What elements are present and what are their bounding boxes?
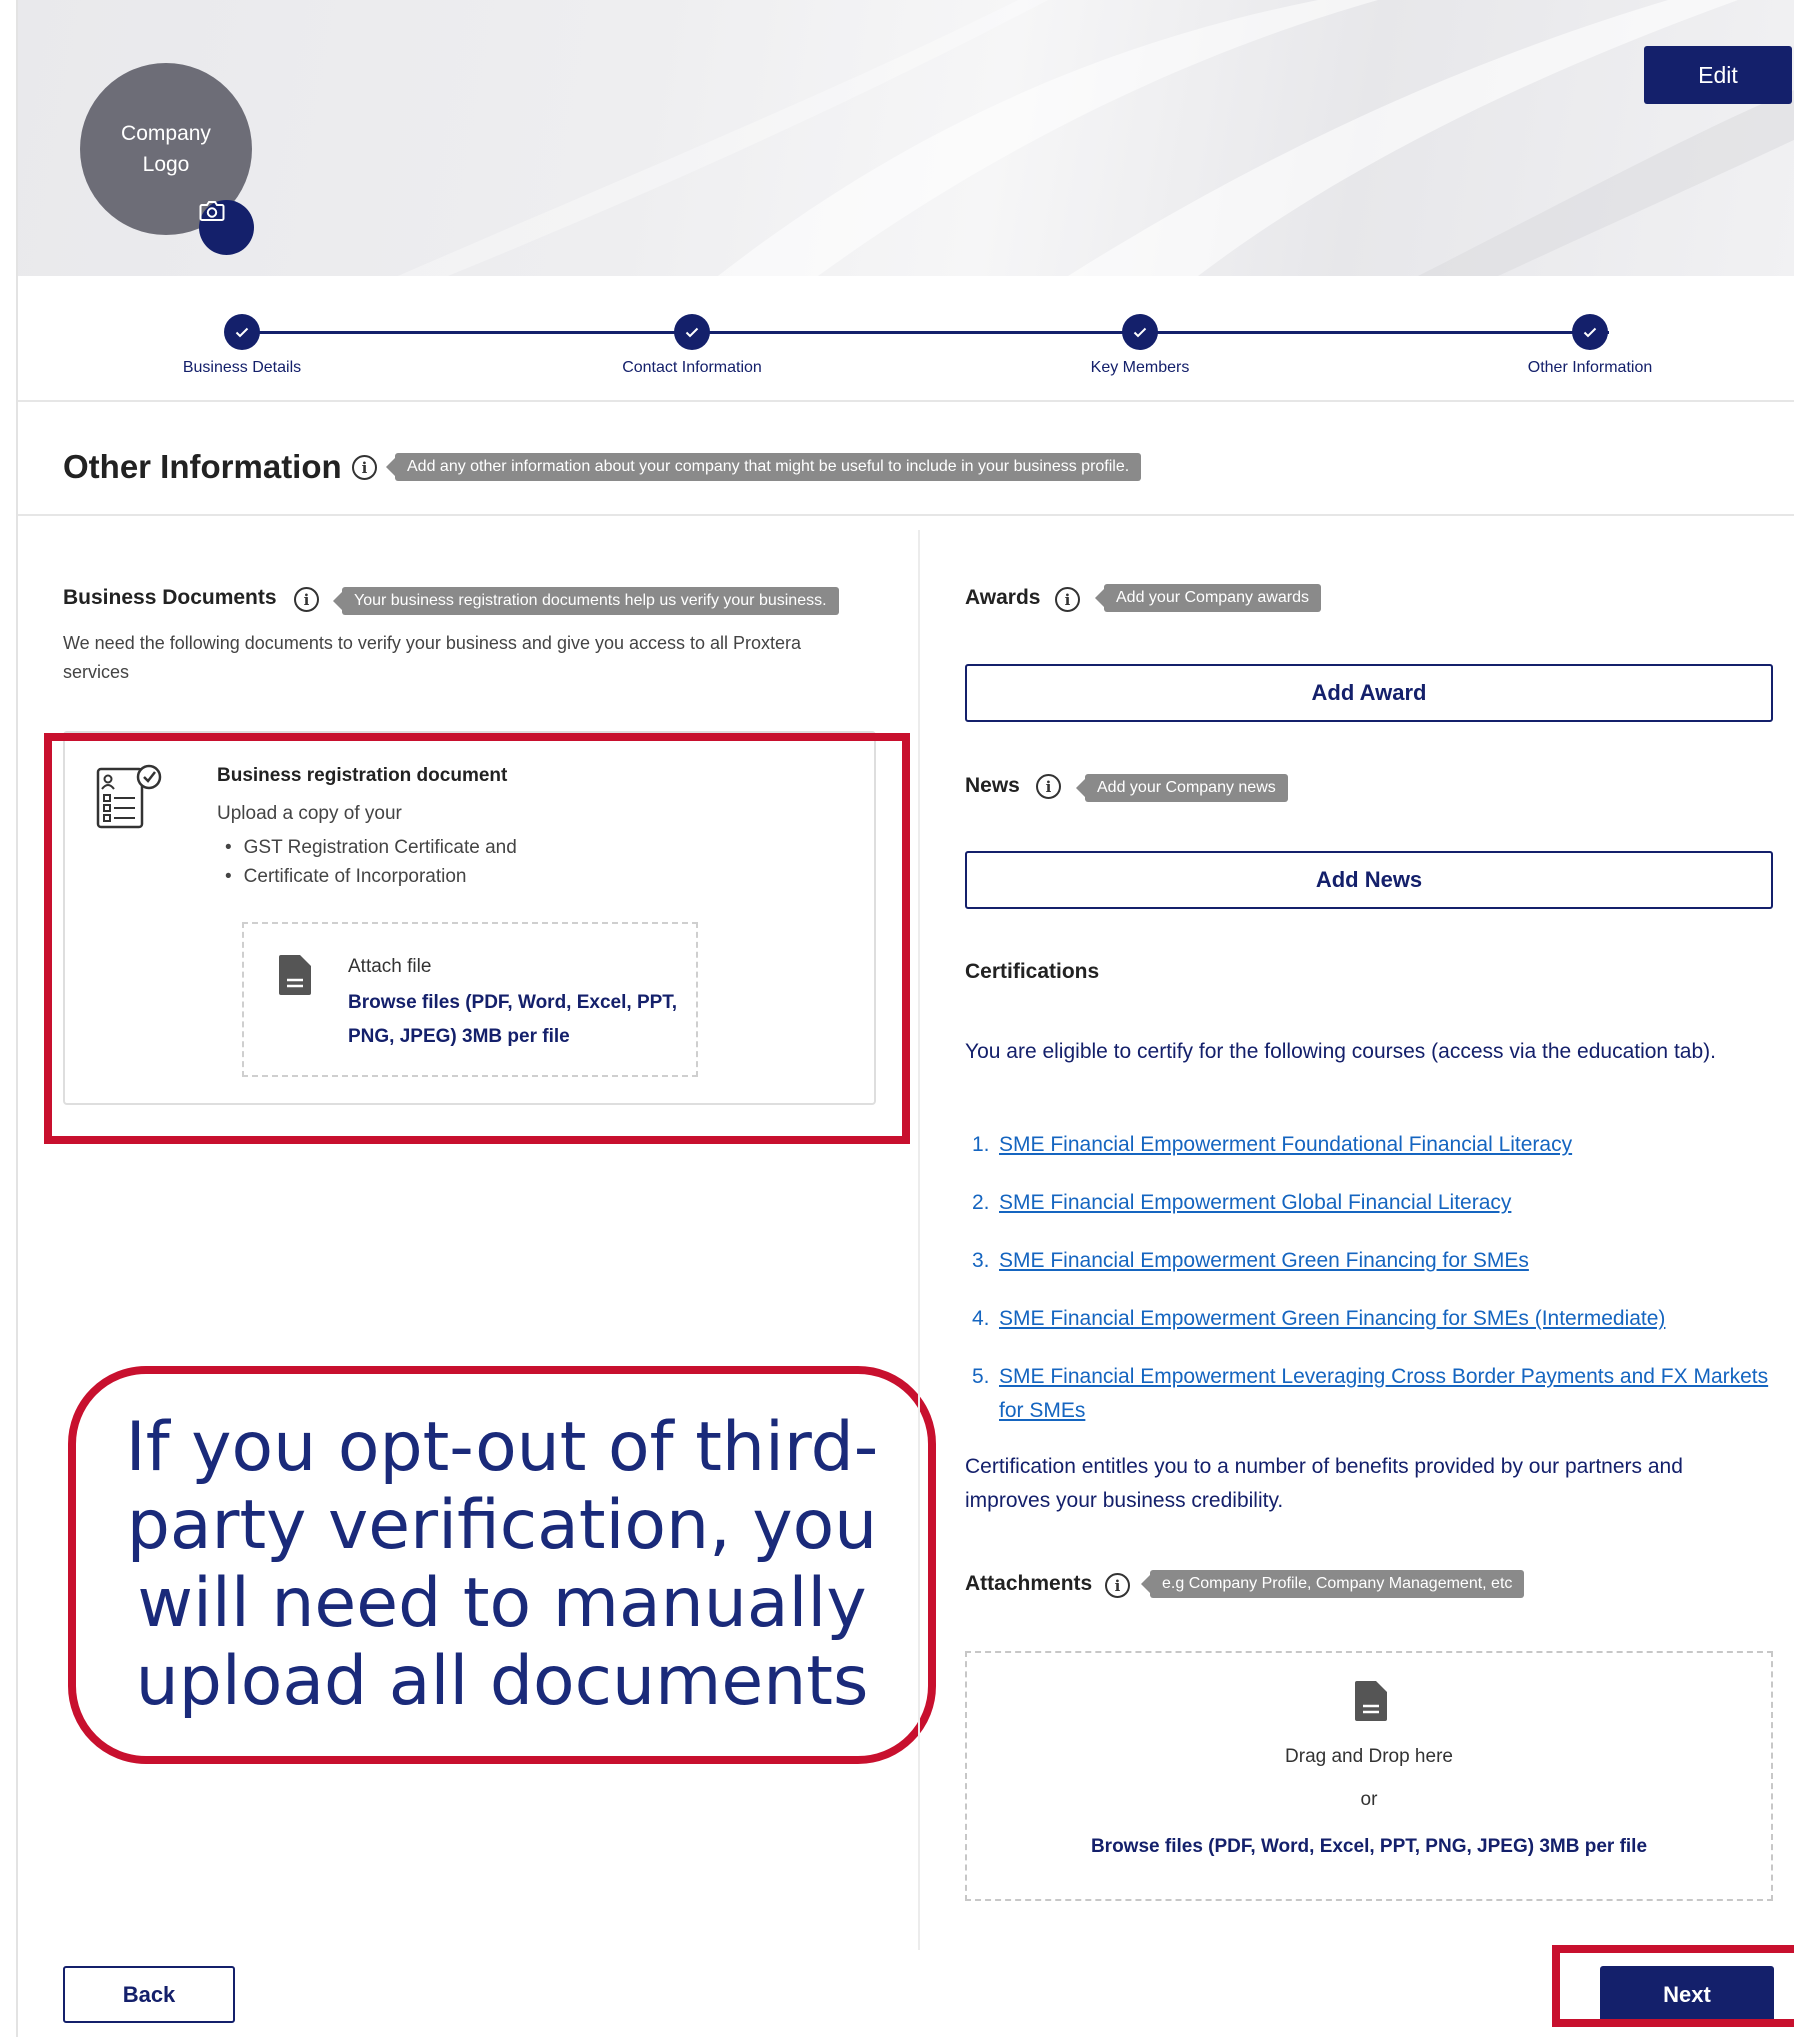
info-icon[interactable]: i: [1036, 774, 1061, 799]
annotation-callout: If you opt-out of third-party verificati…: [68, 1366, 936, 1764]
section-tooltip: Add any other information about your com…: [385, 453, 1142, 481]
header-banner: Company Logo Edit: [18, 0, 1794, 276]
awards-title: Awards: [965, 586, 1041, 609]
step-contact-information[interactable]: Contact Information: [542, 314, 842, 377]
step-label: Key Members: [1090, 359, 1190, 376]
certifications-title: Certifications: [965, 960, 1100, 983]
or-text: or: [1360, 1789, 1378, 1810]
step-complete-check-icon: [1572, 314, 1608, 350]
step-other-information[interactable]: Other Information: [1440, 314, 1740, 377]
list-number: 1.: [972, 1133, 990, 1156]
info-icon[interactable]: i: [1105, 1573, 1130, 1598]
step-key-members[interactable]: Key Members: [990, 314, 1290, 377]
annotation-callout-text: If you opt-out of third-party verificati…: [125, 1408, 879, 1721]
section-header: Other Information i Add any other inform…: [18, 402, 1794, 516]
step-complete-check-icon: [1122, 314, 1158, 350]
course-link-foundational-financial-literacy[interactable]: SME Financial Empowerment Foundational F…: [999, 1128, 1572, 1162]
step-complete-check-icon: [674, 314, 710, 350]
certifications-intro: You are eligible to certify for the foll…: [965, 1040, 1716, 1063]
edit-button[interactable]: Edit: [1644, 46, 1792, 104]
awards-tooltip: Add your Company awards: [1095, 584, 1321, 612]
course-link-cross-border-payments[interactable]: SME Financial Empowerment Leveraging Cro…: [999, 1360, 1772, 1428]
browse-files-link[interactable]: Browse files (PDF, Word, Excel, PPT, PNG…: [967, 1836, 1771, 1858]
course-link-green-financing[interactable]: SME Financial Empowerment Green Financin…: [999, 1244, 1529, 1278]
news-title: News: [965, 774, 1020, 797]
list-item: 2. SME Financial Empowerment Global Fina…: [972, 1186, 1772, 1220]
banner-background-pattern: [398, 0, 1794, 276]
news-tooltip: Add your Company news: [1076, 774, 1288, 802]
info-icon[interactable]: i: [294, 587, 319, 612]
drag-drop-text: Drag and Drop here: [1285, 1746, 1453, 1767]
page-title: Other Information: [63, 448, 342, 485]
company-logo-text: Company Logo: [121, 122, 211, 176]
progress-stepper: Business Details Contact Information Key…: [18, 276, 1794, 402]
add-award-button[interactable]: Add Award: [965, 664, 1773, 722]
highlight-frame-documents: [44, 733, 910, 1144]
list-number: 4.: [972, 1307, 990, 1330]
list-item: 5. SME Financial Empowerment Leveraging …: [972, 1360, 1772, 1428]
info-icon[interactable]: i: [1055, 587, 1080, 612]
highlight-frame-next: [1552, 1945, 1794, 2027]
business-documents-description: We need the following documents to verif…: [63, 633, 802, 682]
camera-icon: [199, 201, 225, 221]
list-number: 5.: [972, 1365, 990, 1388]
add-news-button[interactable]: Add News: [965, 851, 1773, 909]
step-complete-check-icon: [224, 314, 260, 350]
attachments-dropzone[interactable]: Drag and Drop here or Browse files (PDF,…: [965, 1651, 1773, 1901]
course-link-green-financing-intermediate[interactable]: SME Financial Empowerment Green Financin…: [999, 1302, 1665, 1336]
business-documents-title: Business Documents: [63, 586, 277, 609]
profile-page: Company Logo Edit Business Details Conta…: [0, 0, 1794, 2037]
back-button[interactable]: Back: [63, 1966, 235, 2023]
certifications-footer: Certification entitles you to a number o…: [965, 1455, 1683, 1512]
step-label: Contact Information: [622, 359, 762, 376]
business-documents-tooltip: Your business registration documents hel…: [333, 587, 839, 615]
list-number: 2.: [972, 1191, 990, 1214]
list-number: 3.: [972, 1249, 990, 1272]
list-item: 4. SME Financial Empowerment Green Finan…: [972, 1302, 1772, 1336]
list-item: 3. SME Financial Empowerment Green Finan…: [972, 1244, 1772, 1278]
step-business-details[interactable]: Business Details: [92, 314, 392, 377]
certification-courses-list: 1. SME Financial Empowerment Foundationa…: [972, 1128, 1772, 1452]
upload-logo-button[interactable]: [199, 200, 254, 255]
step-label: Other Information: [1527, 359, 1653, 376]
list-item: 1. SME Financial Empowerment Foundationa…: [972, 1128, 1772, 1162]
step-label: Business Details: [182, 359, 302, 376]
course-link-global-financial-literacy[interactable]: SME Financial Empowerment Global Financi…: [999, 1186, 1511, 1220]
attachments-tooltip: e.g Company Profile, Company Management,…: [1140, 1570, 1525, 1598]
info-icon[interactable]: i: [352, 455, 377, 480]
attachments-title: Attachments: [965, 1572, 1093, 1595]
file-icon: [1355, 1681, 1387, 1721]
stepper-line: [243, 331, 1609, 334]
column-divider: [918, 530, 920, 1950]
